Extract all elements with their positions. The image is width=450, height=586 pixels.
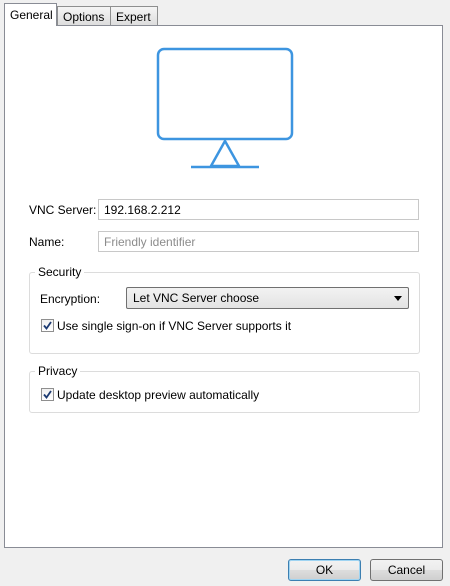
- checkmark-icon: [43, 321, 52, 330]
- name-label: Name:: [29, 235, 65, 249]
- security-group: [29, 272, 420, 354]
- tab-general[interactable]: General: [4, 3, 57, 26]
- sso-checkbox[interactable]: [41, 319, 54, 332]
- cancel-button-label: Cancel: [387, 563, 426, 577]
- checkmark-icon: [43, 390, 52, 399]
- desktop-preview-label: Update desktop preview automatically: [57, 388, 260, 402]
- encryption-select-value: Let VNC Server choose: [133, 291, 260, 305]
- encryption-label: Encryption:: [40, 292, 101, 306]
- desktop-preview-checkbox[interactable]: [41, 388, 54, 401]
- vnc-server-input[interactable]: [98, 199, 419, 220]
- tab-expert-label: Expert: [116, 10, 151, 24]
- cancel-button[interactable]: Cancel: [370, 559, 443, 581]
- chevron-down-icon: [394, 296, 402, 301]
- tab-expert[interactable]: Expert: [110, 6, 158, 25]
- encryption-select[interactable]: Let VNC Server choose: [126, 287, 409, 309]
- tab-options-label: Options: [63, 10, 105, 24]
- name-input[interactable]: [98, 231, 419, 252]
- privacy-group-title: Privacy: [35, 364, 81, 378]
- vnc-server-label: VNC Server:: [29, 203, 97, 217]
- tab-general-label: General: [10, 8, 53, 22]
- ok-button[interactable]: OK: [288, 559, 361, 581]
- monitor-icon: [156, 47, 294, 169]
- general-tab-panel: VNC Server: Name: Security Encryption: L…: [4, 25, 443, 548]
- ok-button-label: OK: [315, 563, 334, 577]
- security-group-title: Security: [35, 265, 85, 279]
- tab-options[interactable]: Options: [57, 6, 111, 25]
- sso-label: Use single sign-on if VNC Server support…: [57, 319, 292, 333]
